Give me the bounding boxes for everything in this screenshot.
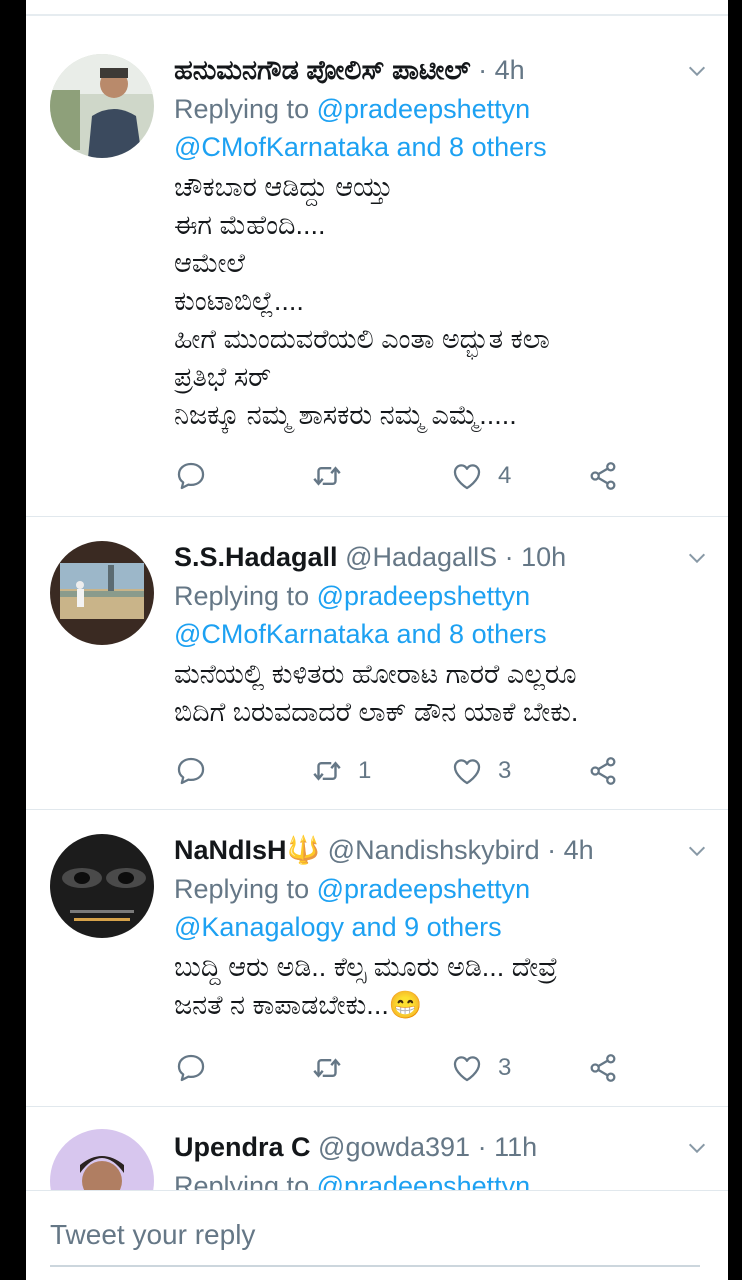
reply-mention[interactable]: @pradeepshettyn [317, 874, 531, 904]
tweet-actions: 4 [174, 456, 634, 496]
reply-feed[interactable]: ಹನುಮನಗೌಡ ಪೋಲಿಸ್ ಪಾಟೀಲ್ · 4h Replying to … [26, 30, 728, 1190]
reply-button[interactable] [174, 456, 208, 496]
share-icon [586, 754, 620, 788]
tweet-item[interactable]: NaNdIsH🔱 @Nandishskybird · 4h Replying t… [26, 810, 728, 1107]
reply-icon [174, 1051, 208, 1085]
avatar[interactable] [50, 541, 154, 645]
display-name[interactable]: Upendra C [174, 1132, 311, 1162]
replying-prefix: Replying to [174, 94, 317, 124]
reply-button[interactable] [174, 1048, 208, 1088]
share-button[interactable] [586, 751, 620, 791]
like-icon [450, 459, 484, 493]
retweet-button[interactable]: 1 [310, 751, 371, 791]
display-name[interactable]: ಹನುಮನಗೌಡ ಪೋಲಿಸ್ ಪಾಟೀಲ್ [174, 55, 471, 85]
tweet-item[interactable]: S.S.Hadagall @HadagallS · 10h Replying t… [26, 517, 728, 810]
timestamp[interactable]: · 11h [478, 1132, 538, 1162]
handle[interactable]: @HadagallS [345, 542, 497, 572]
replying-prefix: Replying to [174, 581, 317, 611]
tweet-text-line: ಚೌಕಬಾರ ಆಡಿದ್ದು ಆಯ್ತು [174, 172, 393, 202]
tweet-actions: 1 3 [174, 751, 634, 791]
like-button[interactable]: 3 [450, 751, 511, 791]
tweet-text-line: ನಿಜಕ್ಕೂ ನಮ್ಮ ಶಾಸಕರು ನಮ್ಮ ಎಮ್ಮೆ..... [174, 400, 517, 430]
tweet-header: ಹನುಮನಗೌಡ ಪೋಲಿಸ್ ಪಾಟೀಲ್ · 4h [174, 50, 714, 90]
retweet-button[interactable] [310, 456, 358, 496]
chevron-down-icon[interactable] [686, 60, 708, 82]
retweet-button[interactable] [310, 1048, 358, 1088]
chevron-down-icon[interactable] [686, 840, 708, 862]
top-divider [26, 14, 728, 16]
tweet-text: ಬುದ್ದಿ ಆರು ಅಡಿ.. ಕೆಲ್ಸ ಮೂರು ಅಡಿ... ದೇವ್ರ… [174, 948, 714, 1024]
retweet-icon [310, 1051, 344, 1085]
reply-mentions-more[interactable]: @Kanagalogy and 9 others [174, 908, 714, 946]
handle[interactable]: @gowda391 [318, 1132, 470, 1162]
chevron-down-icon[interactable] [686, 547, 708, 569]
replying-to: Replying to @pradeepshettyn [174, 577, 714, 615]
replying-to: Replying to @pradeepshettyn [174, 1167, 714, 1190]
like-button[interactable]: 4 [450, 456, 511, 496]
like-icon [450, 754, 484, 788]
avatar[interactable] [50, 834, 154, 938]
tweet-item[interactable]: ಹನುಮನಗೌಡ ಪೋಲಿಸ್ ಪಾಟೀಲ್ · 4h Replying to … [26, 30, 728, 517]
tweet-actions: 3 [174, 1048, 634, 1088]
tweet-text-line: ಬುದ್ದಿ ಆರು ಅಡಿ.. ಕೆಲ್ಸ ಮೂರು ಅಡಿ... ದೇವ್ರ… [174, 952, 558, 982]
tweet-text-line: ಜನತೆ ನ ಕಾಪಾಡಬೇಕು...😁 [174, 990, 423, 1020]
tweet-text-line: ಹೀಗೆ ಮುಂದುವರೆಯಲಿ ಎಂತಾ ಅದ್ಭುತ ಕಲಾ [174, 324, 550, 354]
display-name[interactable]: S.S.Hadagall [174, 542, 338, 572]
reply-composer [26, 1190, 728, 1280]
tweet-header: S.S.Hadagall @HadagallS · 10h [174, 537, 714, 577]
avatar[interactable] [50, 54, 154, 158]
like-count: 3 [498, 757, 512, 784]
replying-to: Replying to @pradeepshettyn [174, 90, 714, 128]
like-icon [450, 1051, 484, 1085]
tweet-text-line: ಬಿದಿಗೆ ಬರುವದಾದರೆ ಲಾಕ್ ಡೌನ ಯಾಕೆ ಬೇಕು. [174, 697, 579, 727]
replying-prefix: Replying to [174, 874, 317, 904]
tweet-text: ಮನೆಯಲ್ಲಿ ಕುಳಿತರು ಹೋರಾಟ ಗಾರರೆ ಎಲ್ಲರೂ ಬಿದಿ… [174, 655, 714, 731]
tweet-text: ಚೌಕಬಾರ ಆಡಿದ್ದು ಆಯ್ತು ಈಗ ಮೆಹೆಂದಿ.... ಆಮೇಲ… [174, 168, 714, 434]
timestamp[interactable]: · 4h [478, 55, 525, 85]
reply-mention[interactable]: @pradeepshettyn [317, 1171, 531, 1190]
reply-mention[interactable]: @pradeepshettyn [317, 581, 531, 611]
tweet-text-line: ಮನೆಯಲ್ಲಿ ಕುಳಿತರು ಹೋರಾಟ ಗಾರರೆ ಎಲ್ಲರೂ [174, 659, 577, 689]
avatar[interactable] [50, 1129, 154, 1190]
like-count: 4 [498, 462, 512, 489]
share-icon [586, 459, 620, 493]
replying-to: Replying to @pradeepshettyn [174, 870, 714, 908]
replying-prefix: Replying to [174, 1171, 317, 1190]
tweet-header: NaNdIsH🔱 @Nandishskybird · 4h [174, 830, 714, 870]
like-button[interactable]: 3 [450, 1048, 511, 1088]
timestamp[interactable]: · 4h [547, 835, 594, 865]
reply-mentions-more[interactable]: @CMofKarnataka and 8 others [174, 128, 714, 166]
reply-mentions-more[interactable]: @CMofKarnataka and 8 others [174, 615, 714, 653]
retweet-icon [310, 459, 344, 493]
share-button[interactable] [586, 456, 620, 496]
handle[interactable]: @Nandishskybird [328, 835, 540, 865]
share-icon [586, 1051, 620, 1085]
like-count: 3 [498, 1054, 512, 1081]
reply-icon [174, 459, 208, 493]
chevron-down-icon[interactable] [686, 1137, 708, 1159]
tweet-text-line: ಈಗ ಮೆಹೆಂದಿ.... [174, 210, 326, 240]
retweet-icon [310, 754, 344, 788]
share-button[interactable] [586, 1048, 620, 1088]
tweet-item[interactable]: Upendra C @gowda391 · 11h Replying to @p… [26, 1107, 728, 1190]
reply-mention[interactable]: @pradeepshettyn [317, 94, 531, 124]
reply-input[interactable] [50, 1205, 700, 1267]
tweet-text-line: ಕುಂಟಾಬಿಲ್ಲೆ.... [174, 286, 304, 316]
reply-thread-panel: ಹನುಮನಗೌಡ ಪೋಲಿಸ್ ಪಾಟೀಲ್ · 4h Replying to … [26, 0, 728, 1280]
reply-button[interactable] [174, 751, 208, 791]
timestamp[interactable]: · 10h [505, 542, 567, 572]
retweet-count: 1 [358, 757, 372, 784]
display-name[interactable]: NaNdIsH🔱 [174, 835, 320, 865]
tweet-text-line: ಪ್ರತಿಭೆ ಸರ್ [174, 362, 272, 392]
tweet-header: Upendra C @gowda391 · 11h [174, 1127, 714, 1167]
reply-icon [174, 754, 208, 788]
tweet-text-line: ಆಮೇಲೆ [174, 248, 245, 278]
